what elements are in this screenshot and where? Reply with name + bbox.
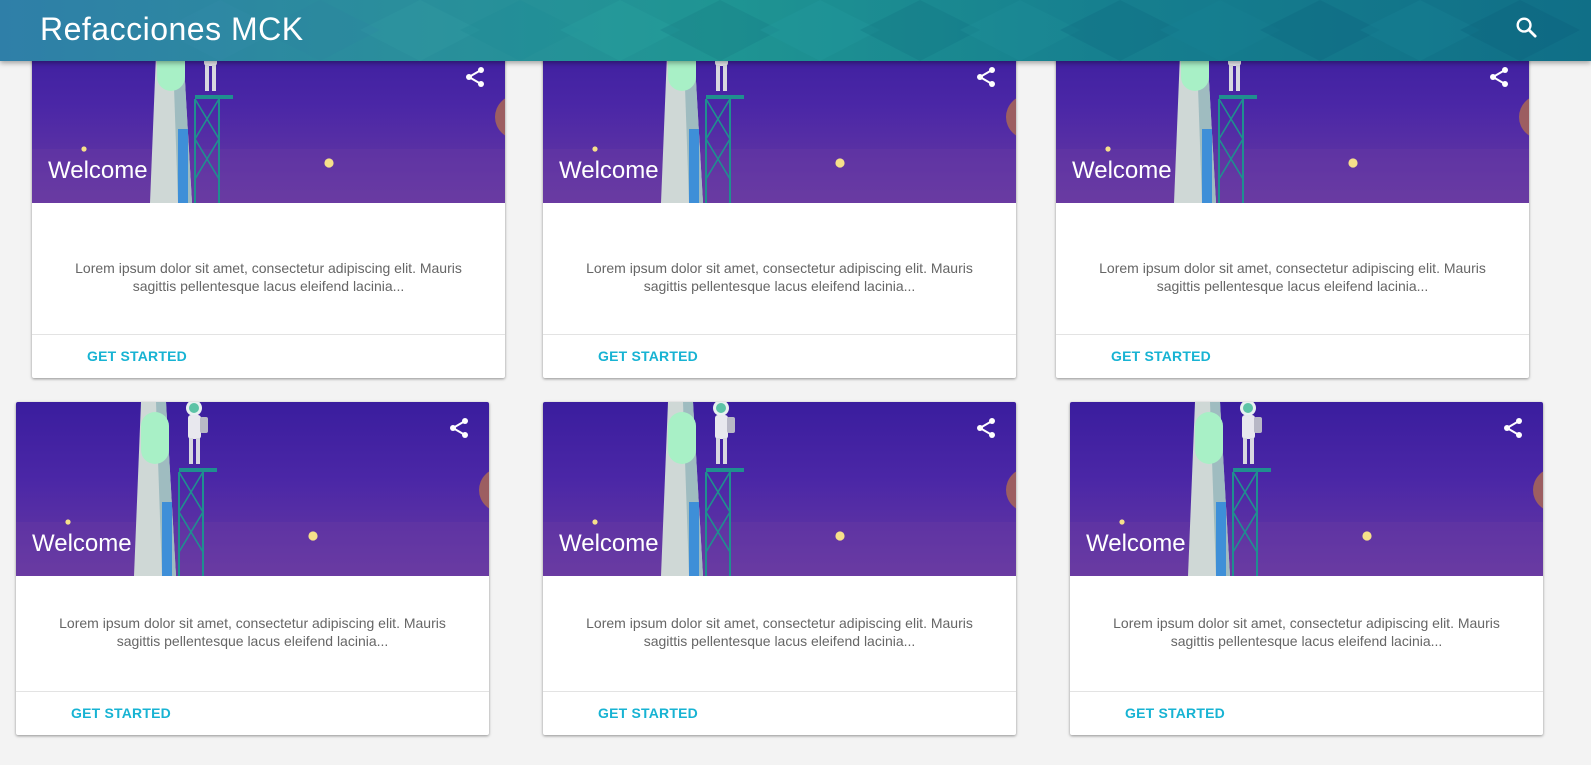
app-title: Refacciones MCK: [40, 11, 304, 47]
card-actions: GET STARTED: [16, 691, 489, 735]
share-button[interactable]: [974, 65, 998, 89]
search-icon: [1516, 17, 1537, 38]
share-button[interactable]: [1501, 416, 1525, 440]
share-button[interactable]: [1487, 65, 1511, 89]
card-supporting-text: Lorem ipsum dolor sit amet, consectetur …: [59, 615, 446, 649]
card-title: Welcome: [1086, 530, 1186, 557]
get-started-button[interactable]: GET STARTED: [1125, 705, 1225, 721]
share-button[interactable]: [974, 416, 998, 440]
app-bar: Refacciones MCK: [0, 0, 1591, 61]
card-title: Welcome: [48, 157, 148, 184]
card: Welcome Lorem ipsum dolor sit amet, cons…: [16, 402, 489, 735]
share-icon: [450, 418, 468, 438]
card-supporting-text: Lorem ipsum dolor sit amet, consectetur …: [586, 260, 973, 294]
card-actions: GET STARTED: [543, 691, 1016, 735]
card: Welcome Lorem ipsum dolor sit amet, cons…: [32, 45, 505, 378]
card-supporting-text: Lorem ipsum dolor sit amet, consectetur …: [586, 615, 973, 649]
share-button[interactable]: [447, 416, 471, 440]
card-title: Welcome: [559, 530, 659, 557]
card-supporting-text: Lorem ipsum dolor sit amet, consectetur …: [75, 260, 462, 294]
card-supporting-text: Lorem ipsum dolor sit amet, consectetur …: [1099, 260, 1486, 294]
share-icon: [977, 67, 995, 87]
card-actions: GET STARTED: [1056, 334, 1529, 378]
get-started-button[interactable]: GET STARTED: [87, 348, 187, 364]
share-icon: [466, 67, 484, 87]
card-title: Welcome: [32, 530, 132, 557]
card-actions: GET STARTED: [543, 334, 1016, 378]
get-started-button[interactable]: GET STARTED: [1111, 348, 1211, 364]
search-button[interactable]: [1513, 14, 1541, 42]
page: Refacciones MCK Welcome Lorem ipsum dolo…: [0, 0, 1591, 765]
share-icon: [977, 418, 995, 438]
card: Welcome Lorem ipsum dolor sit amet, cons…: [1070, 402, 1543, 735]
card-title: Welcome: [1072, 157, 1172, 184]
card-title: Welcome: [559, 157, 659, 184]
get-started-button[interactable]: GET STARTED: [598, 348, 698, 364]
card: Welcome Lorem ipsum dolor sit amet, cons…: [543, 45, 1016, 378]
get-started-button[interactable]: GET STARTED: [71, 705, 171, 721]
card-actions: GET STARTED: [32, 334, 505, 378]
card-supporting-text: Lorem ipsum dolor sit amet, consectetur …: [1113, 615, 1500, 649]
share-icon: [1504, 418, 1522, 438]
share-icon: [1490, 67, 1508, 87]
get-started-button[interactable]: GET STARTED: [598, 705, 698, 721]
card-actions: GET STARTED: [1070, 691, 1543, 735]
share-button[interactable]: [463, 65, 487, 89]
card: Welcome Lorem ipsum dolor sit amet, cons…: [1056, 45, 1529, 378]
card: Welcome Lorem ipsum dolor sit amet, cons…: [543, 402, 1016, 735]
